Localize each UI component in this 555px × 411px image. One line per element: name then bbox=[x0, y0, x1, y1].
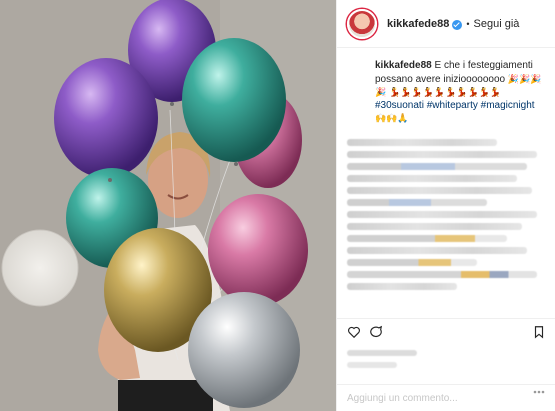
blurred-comment bbox=[347, 162, 527, 170]
post-sidebar: kikkafede88 • Segui già kikkafede88 E ch… bbox=[336, 0, 555, 411]
post-actions bbox=[337, 318, 555, 344]
follow-button[interactable]: Segui già bbox=[474, 18, 520, 30]
blurred-comment bbox=[347, 210, 537, 218]
blurred-comment bbox=[347, 270, 537, 278]
comment-icon[interactable] bbox=[369, 325, 383, 339]
hashtag-link[interactable]: #whiteparty bbox=[427, 100, 478, 111]
balloons-photo bbox=[0, 0, 336, 411]
blurred-comment bbox=[347, 138, 497, 146]
post-header: kikkafede88 • Segui già bbox=[337, 0, 555, 48]
post-caption: kikkafede88 E che i festeggiamenti possa… bbox=[375, 60, 545, 126]
blurred-comment bbox=[347, 282, 457, 290]
caption-row: kikkafede88 E che i festeggiamenti possa… bbox=[337, 48, 555, 126]
more-options-icon[interactable] bbox=[533, 390, 545, 394]
blurred-comment bbox=[347, 258, 477, 266]
avatar[interactable] bbox=[347, 8, 377, 39]
caption-username[interactable]: kikkafede88 bbox=[375, 60, 432, 71]
bookmark-icon[interactable] bbox=[532, 325, 546, 339]
comments-list bbox=[337, 126, 555, 290]
heart-icon[interactable] bbox=[347, 325, 361, 339]
balloon-silver bbox=[188, 292, 300, 408]
blurred-comment bbox=[347, 198, 487, 206]
wall-lamp bbox=[1, 229, 79, 307]
caption-emoji-hands: 🙌🙌🙏 bbox=[375, 113, 409, 123]
blurred-comment bbox=[347, 234, 507, 242]
verified-badge-icon bbox=[452, 19, 463, 30]
username-link[interactable]: kikkafede88 bbox=[387, 18, 449, 30]
caption-emoji-dancers: 💃💃💃💃💃💃💃💃💃💃 bbox=[389, 87, 502, 97]
blurred-comment bbox=[347, 186, 532, 194]
post-photo[interactable] bbox=[0, 0, 336, 411]
add-comment-input[interactable]: Aggiungi un commento... bbox=[337, 384, 555, 411]
hashtag-link[interactable]: #magicnight bbox=[481, 100, 535, 111]
likes-count-blurred bbox=[347, 350, 417, 356]
blurred-comment bbox=[347, 222, 522, 230]
balloon-pink bbox=[208, 194, 308, 306]
balloon-teal bbox=[182, 38, 286, 162]
blurred-comment bbox=[347, 150, 537, 158]
balloon-purple bbox=[54, 58, 158, 178]
blurred-comment bbox=[347, 174, 517, 182]
blurred-comment bbox=[347, 246, 527, 254]
timestamp-blurred bbox=[347, 362, 397, 368]
hashtag-link[interactable]: #30suonati bbox=[375, 100, 424, 111]
separator-dot: • bbox=[466, 18, 470, 29]
